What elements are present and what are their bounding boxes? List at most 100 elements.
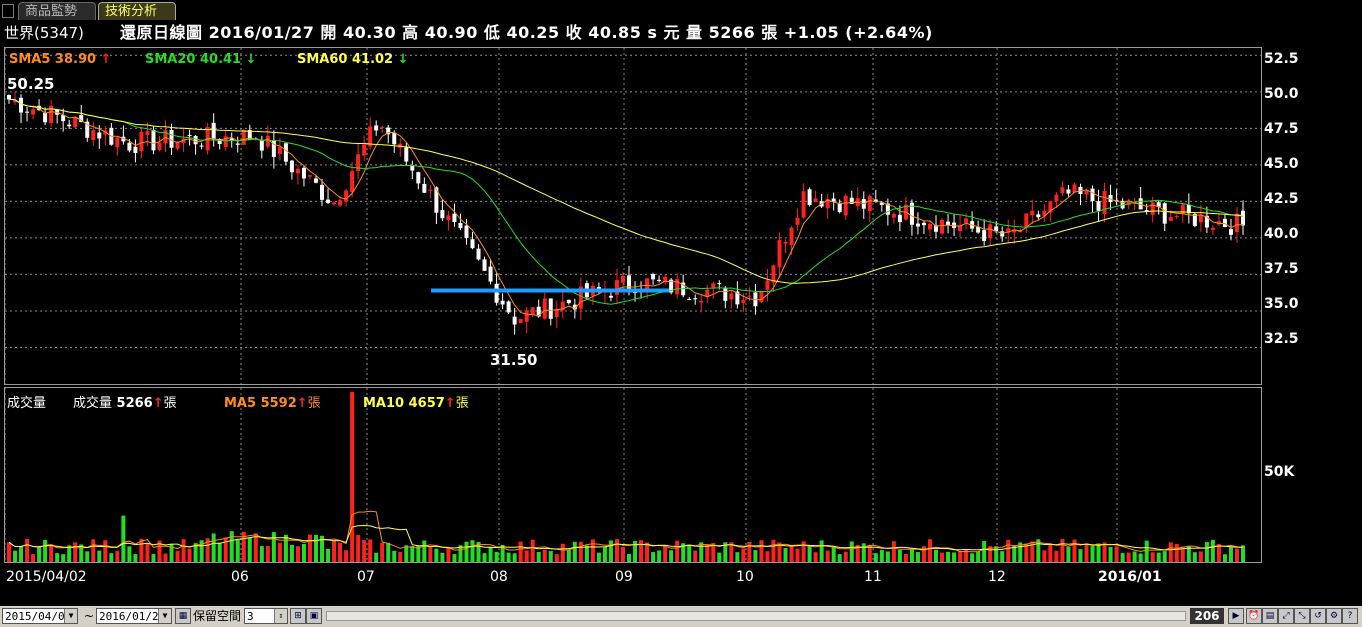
volume-bar	[97, 550, 102, 562]
date-tick: 06	[231, 569, 249, 585]
date-tick: 08	[490, 569, 508, 585]
candle-body	[512, 316, 517, 325]
print-icon[interactable]: ▤	[1262, 608, 1278, 624]
volume-bar	[566, 550, 571, 562]
volume-bar	[151, 553, 156, 562]
volume-bar	[614, 539, 619, 562]
candle-body	[1066, 189, 1071, 194]
candle-body	[199, 145, 204, 147]
price-tick: 40.0	[1264, 226, 1299, 242]
candle-body	[614, 280, 619, 295]
quote-header: 世界(5347) 還原日線圖 2016/01/27 開 40.30 高 40.9…	[0, 22, 1362, 44]
volume-bar	[1102, 542, 1107, 562]
volume-bar	[1150, 552, 1155, 562]
volume-chart[interactable]	[5, 388, 1261, 562]
volume-bar	[404, 545, 409, 562]
price-chart-panel[interactable]: SMA5 38.90 ↑ SMA20 40.41 ↓ SMA60 41.02 ↓…	[4, 47, 1262, 385]
volume-bar	[1084, 543, 1089, 562]
volume-legend: 成交量 5266↑張	[73, 396, 177, 411]
volume-bar	[675, 540, 680, 562]
candle-body	[759, 291, 764, 303]
volume-bar	[121, 515, 126, 562]
zoom-fit-alt-icon[interactable]: ⤡	[1294, 608, 1310, 624]
restore-icon[interactable]: ↺	[1310, 608, 1326, 624]
volume-bar	[187, 548, 192, 562]
volume-bar	[175, 551, 180, 562]
zoom-fit-icon[interactable]: ⤢	[1278, 608, 1294, 624]
volume-bar	[482, 553, 487, 562]
volume-bar	[940, 552, 945, 562]
candle-body	[506, 301, 511, 313]
date-tick: 09	[615, 569, 633, 585]
candle-body	[1174, 215, 1179, 217]
candle-body	[344, 190, 349, 202]
volume-bar	[1126, 552, 1131, 562]
candle-body	[115, 137, 120, 148]
volume-bar	[903, 553, 908, 562]
window-toggle[interactable]	[2, 4, 14, 18]
candle-body	[73, 116, 78, 128]
alarm-icon[interactable]: ⏰	[1246, 608, 1262, 624]
volume-bar	[958, 551, 963, 562]
volume-bar	[217, 542, 222, 562]
apply-range-button[interactable]: ▦	[175, 608, 191, 624]
volume-bar	[807, 546, 812, 562]
keep-space-input[interactable]: 3 ⇕	[244, 608, 288, 624]
volume-bar	[1198, 551, 1203, 562]
volume-bar	[332, 540, 337, 562]
volume-bar	[1174, 544, 1179, 562]
candle-body	[1054, 194, 1059, 202]
volume-chart-panel[interactable]: 成交量 成交量 5266↑張 MA5 5592↑張 MA10 4657↑張	[4, 387, 1262, 563]
tab-technical-analysis[interactable]: 技術分析	[98, 2, 176, 20]
candle-body	[307, 175, 312, 177]
bar-count: 206	[1190, 608, 1224, 624]
scroll-right-button[interactable]: ▶	[1228, 608, 1244, 624]
price-tick: 32.5	[1264, 331, 1299, 347]
candle-body	[476, 248, 481, 260]
price-chart[interactable]	[5, 48, 1261, 384]
candle-body	[747, 295, 752, 297]
candle-body	[446, 215, 451, 220]
candle-body	[657, 279, 662, 281]
candle-body	[1024, 213, 1029, 228]
volume-bar	[530, 539, 535, 562]
candle-body	[542, 298, 547, 319]
candle-body	[765, 280, 770, 290]
volume-bar	[374, 552, 379, 562]
stock-name[interactable]: 世界(5347)	[4, 22, 84, 44]
help-icon[interactable]: ?	[1342, 608, 1358, 624]
volume-bar	[145, 543, 150, 562]
volume-bar	[891, 541, 896, 562]
settings-icon[interactable]: ⚙	[1326, 608, 1342, 624]
candle-body	[807, 189, 812, 205]
volume-bar	[1114, 546, 1119, 562]
scrollbar-track[interactable]	[326, 611, 1186, 621]
start-date-select[interactable]: 2015/04/02 ▼	[2, 608, 78, 624]
volume-bar	[596, 552, 601, 562]
toolbar-icon-a[interactable]: ⊞	[290, 608, 306, 624]
volume-bar	[488, 547, 493, 562]
candle-body	[524, 310, 529, 322]
volume-bar	[410, 545, 415, 562]
candle-body	[31, 109, 36, 115]
candle-body	[1096, 201, 1101, 211]
volume-bar	[452, 554, 457, 562]
candle-body	[295, 168, 300, 174]
volume-bar	[229, 531, 234, 562]
tab-market-watch[interactable]: 商品監勢	[18, 2, 96, 20]
candle-body	[801, 191, 806, 218]
volume-bar	[1000, 551, 1005, 562]
candle-body	[741, 299, 746, 304]
volume-bar	[61, 554, 66, 562]
volume-bar	[109, 553, 114, 562]
end-date-select[interactable]: 2016/01/27 ▼	[96, 608, 172, 624]
volume-bar	[699, 542, 704, 562]
volume-bar	[789, 545, 794, 562]
volume-bar	[843, 551, 848, 562]
toolbar-icon-b[interactable]: ▣	[306, 608, 322, 624]
volume-bar	[1120, 553, 1125, 562]
volume-bar	[350, 391, 355, 562]
volume-bar	[422, 540, 427, 562]
volume-bar	[1144, 540, 1149, 562]
volume-bar	[921, 546, 926, 562]
